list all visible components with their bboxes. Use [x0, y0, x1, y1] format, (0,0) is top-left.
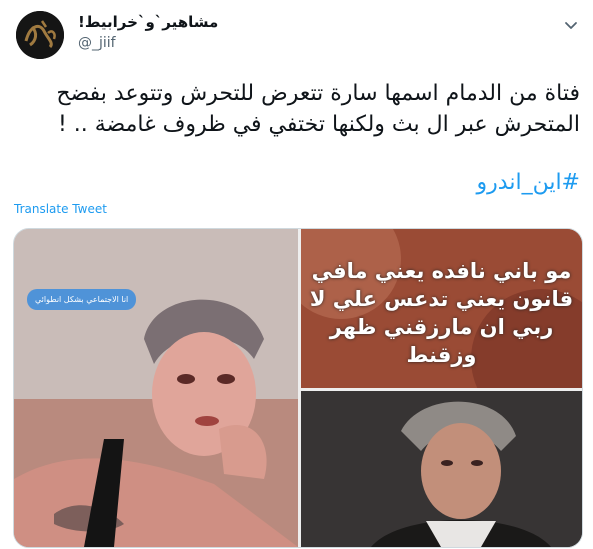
more-options-button[interactable] — [560, 14, 582, 36]
tweet-media-grid: انا الاجتماعي بشكل انطوائي مو باني نافده… — [13, 228, 583, 548]
avatar-logo-icon — [16, 11, 64, 59]
portrait-photo-image — [301, 391, 582, 547]
image-overlay-text: مو باني نافده يعني مافي قانون يعني تدعس … — [309, 259, 574, 367]
avatar[interactable] — [16, 11, 64, 59]
translate-tweet-link[interactable]: Translate Tweet — [14, 202, 107, 216]
tweet-text: فتاة من الدمام اسمها سارة تتعرض للتحرش و… — [56, 81, 580, 137]
hashtag-link[interactable]: #اين_اندرو — [14, 170, 580, 195]
caption-bubble: انا الاجتماعي بشكل انطوائي — [27, 289, 137, 310]
media-photo-left[interactable]: انا الاجتماعي بشكل انطوائي — [14, 229, 298, 547]
chevron-down-icon — [565, 22, 577, 29]
author-display-name[interactable]: مشاهير`و`خرابيط! — [78, 13, 218, 31]
author-handle[interactable]: @_jiif — [78, 35, 116, 51]
media-photo-top-right[interactable]: مو باني نافده يعني مافي قانون يعني تدعس … — [301, 229, 582, 388]
media-photo-bottom-right[interactable] — [301, 391, 582, 547]
selfie-photo-image — [14, 229, 298, 547]
